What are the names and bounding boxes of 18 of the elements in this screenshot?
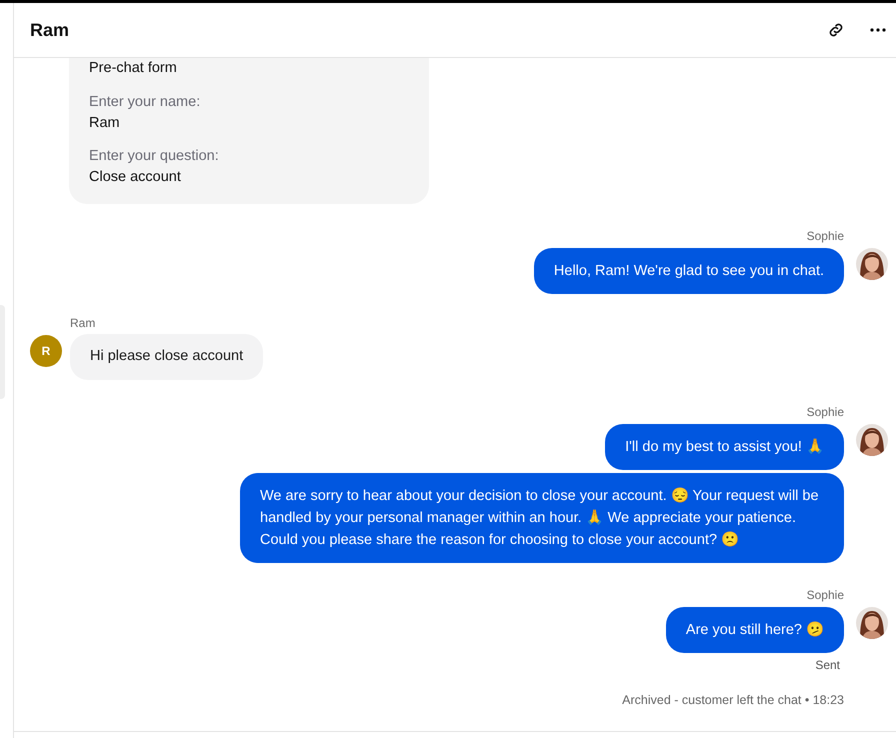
- message-bubble: I'll do my best to assist you! 🙏: [605, 424, 844, 470]
- chat-title: Ram: [30, 18, 70, 42]
- author-name: Sophie: [806, 404, 844, 420]
- archived-note: Archived - customer left the chat • 18:23: [622, 692, 844, 708]
- author-name: Sophie: [806, 228, 844, 244]
- message-bubble: We are sorry to hear about your decision to close your account. 😔 Your request will be handled by your personal manager within an hour. 🙏 We appreciate your patience. Could you please share the reason for choosing to close your account? 🙁: [240, 472, 844, 562]
- author-name: Ram: [70, 314, 96, 331]
- form-title: Pre-chat form: [89, 59, 178, 78]
- user-avatar: R: [30, 334, 62, 367]
- field-value: Ram: [89, 114, 121, 133]
- message-bubble: Hello, Ram! We're glad to see you in chat.: [534, 248, 844, 294]
- field-label: Enter your question:: [89, 146, 220, 166]
- author-name: Sophie: [806, 586, 844, 602]
- delivery-status: Sent: [815, 656, 840, 672]
- field-value: Close account: [89, 168, 182, 187]
- message-bubble: Are you still here? 🫤: [666, 606, 844, 652]
- field-label: Enter your name:: [89, 92, 202, 112]
- message-bubble: Hi please close account: [70, 334, 264, 380]
